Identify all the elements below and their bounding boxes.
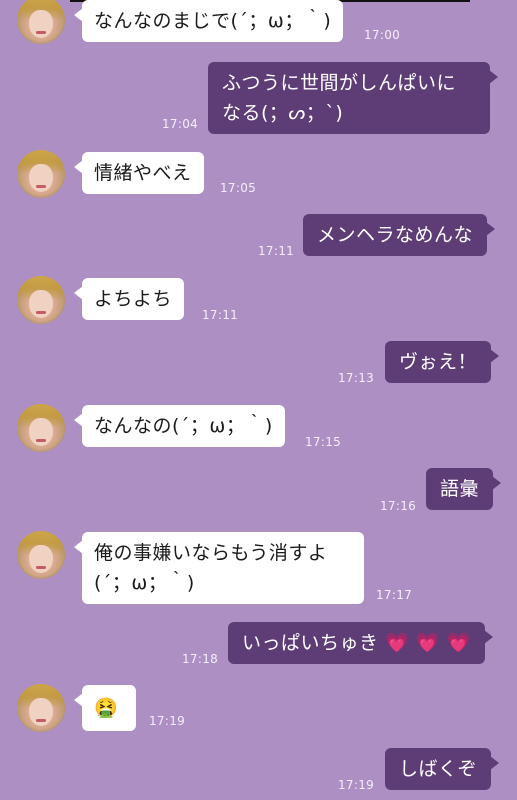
- message-timestamp: 17:17: [376, 588, 413, 602]
- message-bubble-incoming[interactable]: よちよち: [73, 278, 185, 320]
- heart-emoji-icon: 💗 💗 💗: [385, 632, 471, 654]
- message-bubble-incoming[interactable]: 情緒やべえ: [74, 152, 204, 194]
- message-timestamp: 17:04: [162, 117, 199, 131]
- message-bubble-incoming[interactable]: 🤮: [74, 685, 136, 731]
- message-bubble-outgoing[interactable]: いっぱいちゅき 💗 💗 💗: [228, 622, 493, 664]
- message-timestamp: 17:05: [220, 181, 257, 195]
- avatar[interactable]: [17, 0, 65, 44]
- message-timestamp: 17:11: [258, 244, 295, 258]
- message-bubble-incoming[interactable]: なんなのまじで(´；ω；｀): [73, 0, 344, 42]
- message-text: いっぱいちゅき: [242, 632, 379, 654]
- message-text: しばくぞ: [399, 758, 478, 780]
- avatar[interactable]: [17, 276, 65, 324]
- message-bubble-outgoing[interactable]: メンヘラなめんな: [303, 214, 496, 256]
- message-text: 情緒やべえ: [94, 162, 192, 184]
- avatar[interactable]: [17, 531, 65, 579]
- chat-thread[interactable]: なんなのまじで(´；ω；｀) 17:00 ふつうに世間がしんぱいに なる(；ᔕ；…: [0, 0, 517, 800]
- message-bubble-incoming[interactable]: なんなの(´；ω；｀): [74, 405, 285, 447]
- message-bubble-incoming[interactable]: 俺の事嫌いならもう消すよ (´；ω；｀): [74, 532, 364, 604]
- message-text: ヴぉえ！: [399, 351, 478, 373]
- message-text-line: (´；ω；｀): [94, 572, 195, 594]
- message-text: メンヘラなめんな: [317, 224, 474, 246]
- message-bubble-outgoing[interactable]: 語彙: [426, 468, 502, 510]
- message-timestamp: 17:16: [380, 499, 417, 513]
- message-text: 語彙: [440, 478, 480, 500]
- vomit-emoji-icon: 🤮: [94, 697, 119, 719]
- message-bubble-outgoing[interactable]: ヴぉえ！: [385, 341, 500, 383]
- avatar[interactable]: [17, 150, 65, 198]
- message-text-line: ふつうに世間がしんぱいに: [222, 72, 457, 94]
- avatar[interactable]: [17, 684, 65, 732]
- message-text-line: なる(；ᔕ；`): [222, 102, 344, 124]
- message-timestamp: 17:18: [182, 652, 219, 666]
- message-bubble-outgoing[interactable]: ふつうに世間がしんぱいに なる(；ᔕ；`): [208, 62, 498, 134]
- message-timestamp: 17:00: [364, 28, 401, 42]
- message-text: なんなのまじで(´；ω；｀): [94, 10, 332, 32]
- message-timestamp: 17:15: [305, 435, 342, 449]
- message-text: よちよち: [94, 288, 173, 310]
- message-timestamp: 17:11: [202, 308, 239, 322]
- avatar[interactable]: [17, 404, 65, 452]
- message-text-line: 俺の事嫌いならもう消すよ: [94, 542, 328, 564]
- message-text: なんなの(´；ω；｀): [94, 415, 273, 437]
- message-timestamp: 17:19: [149, 714, 186, 728]
- message-timestamp: 17:19: [338, 778, 375, 792]
- message-bubble-outgoing[interactable]: しばくぞ: [385, 748, 500, 790]
- message-timestamp: 17:13: [338, 371, 375, 385]
